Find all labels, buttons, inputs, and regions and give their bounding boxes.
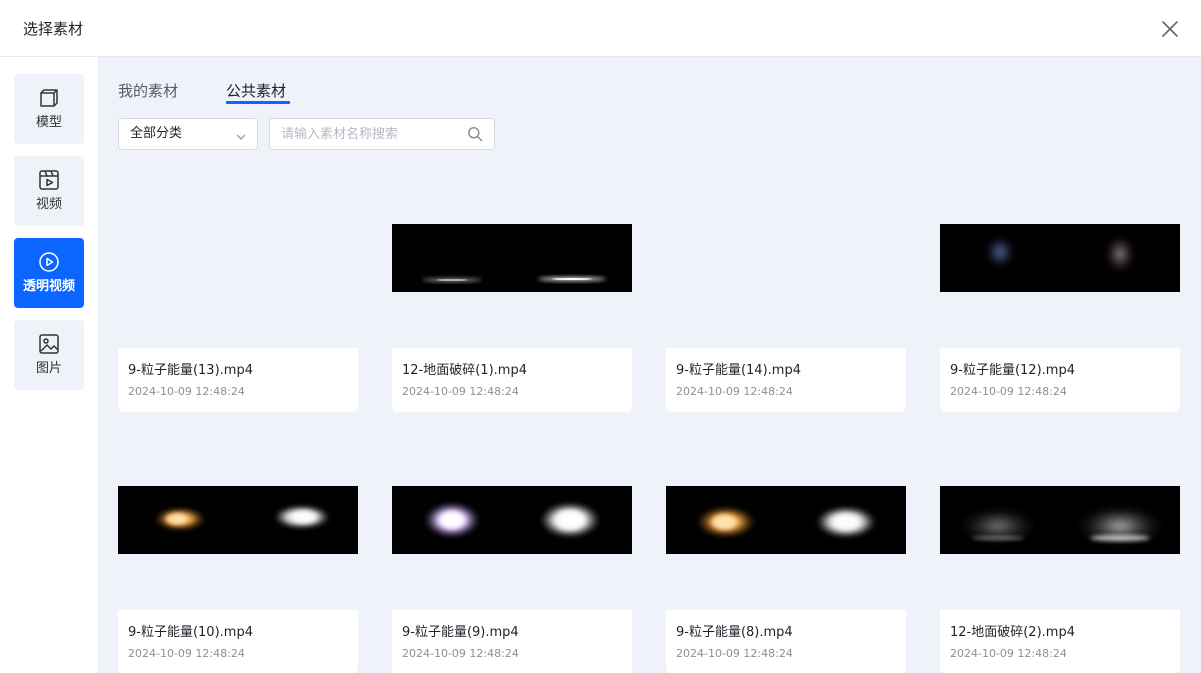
tab-public-materials[interactable]: 公共素材 <box>226 81 286 101</box>
material-name: 9-粒子能量(12).mp4 <box>950 363 1075 378</box>
material-card[interactable]: 9-粒子能量(14).mp4 2024-10-09 12:48:24 <box>666 168 906 412</box>
video-thumbnail <box>118 168 358 348</box>
search-icon[interactable] <box>467 126 483 146</box>
dialog-header: 选择素材 <box>0 0 1201 57</box>
material-time: 2024-10-09 12:48:24 <box>950 385 1067 398</box>
dialog-title: 选择素材 <box>23 20 84 38</box>
material-time: 2024-10-09 12:48:24 <box>128 647 245 660</box>
search-box <box>269 118 495 150</box>
category-select-value: 全部分类 <box>130 126 183 141</box>
material-card[interactable]: 12-地面破碎(1).mp4 2024-10-09 12:48:24 <box>392 168 632 412</box>
material-name: 12-地面破碎(1).mp4 <box>402 363 527 378</box>
image-icon <box>38 333 60 355</box>
video-thumbnail <box>392 430 632 610</box>
video-thumbnail <box>940 430 1180 610</box>
material-time: 2024-10-09 12:48:24 <box>950 647 1067 660</box>
material-name: 9-粒子能量(8).mp4 <box>676 625 793 640</box>
video-thumbnail <box>940 168 1180 348</box>
tab-my-materials[interactable]: 我的素材 <box>118 81 178 101</box>
video-thumbnail <box>392 168 632 348</box>
sidebar-item-transparent-video[interactable]: 透明视频 <box>14 238 84 308</box>
chevron-down-icon <box>235 128 247 147</box>
video-thumbnail <box>118 430 358 610</box>
close-icon[interactable] <box>1158 17 1182 41</box>
video-icon <box>38 169 60 191</box>
sidebar-item-label: 透明视频 <box>22 279 75 294</box>
active-tab-indicator <box>226 101 290 104</box>
material-time: 2024-10-09 12:48:24 <box>402 385 519 398</box>
sidebar-item-video[interactable]: 视频 <box>14 156 84 226</box>
material-name: 9-粒子能量(13).mp4 <box>128 363 253 378</box>
video-thumbnail <box>666 168 906 348</box>
search-input[interactable] <box>270 119 460 149</box>
material-name: 9-粒子能量(9).mp4 <box>402 625 519 640</box>
sidebar-item-image[interactable]: 图片 <box>14 320 84 390</box>
material-time: 2024-10-09 12:48:24 <box>128 385 245 398</box>
play-circle-icon <box>38 251 60 273</box>
material-name: 9-粒子能量(14).mp4 <box>676 363 801 378</box>
material-card[interactable]: 9-粒子能量(10).mp4 2024-10-09 12:48:24 <box>118 430 358 673</box>
material-card[interactable]: 9-粒子能量(13).mp4 2024-10-09 12:48:24 <box>118 168 358 412</box>
cube-icon <box>38 87 60 109</box>
sidebar-item-label: 图片 <box>35 361 62 376</box>
sidebar-item-label: 模型 <box>35 115 62 130</box>
sidebar-item-model[interactable]: 模型 <box>14 74 84 144</box>
material-card[interactable]: 9-粒子能量(12).mp4 2024-10-09 12:48:24 <box>940 168 1180 412</box>
material-panel: 我的素材 公共素材 全部分类 9-粒子能量(13).mp4 2024-10-09… <box>98 57 1201 673</box>
material-card[interactable]: 9-粒子能量(9).mp4 2024-10-09 12:48:24 <box>392 430 632 673</box>
material-time: 2024-10-09 12:48:24 <box>676 647 793 660</box>
material-card[interactable]: 12-地面破碎(2).mp4 2024-10-09 12:48:24 <box>940 430 1180 673</box>
material-card[interactable]: 9-粒子能量(8).mp4 2024-10-09 12:48:24 <box>666 430 906 673</box>
material-name: 12-地面破碎(2).mp4 <box>950 625 1075 640</box>
video-thumbnail <box>666 430 906 610</box>
category-select[interactable]: 全部分类 <box>118 118 258 150</box>
material-time: 2024-10-09 12:48:24 <box>402 647 519 660</box>
material-time: 2024-10-09 12:48:24 <box>676 385 793 398</box>
sidebar-item-label: 视频 <box>35 197 62 212</box>
material-name: 9-粒子能量(10).mp4 <box>128 625 253 640</box>
category-sidebar: 模型 视频 透明视频 图片 <box>0 57 98 673</box>
